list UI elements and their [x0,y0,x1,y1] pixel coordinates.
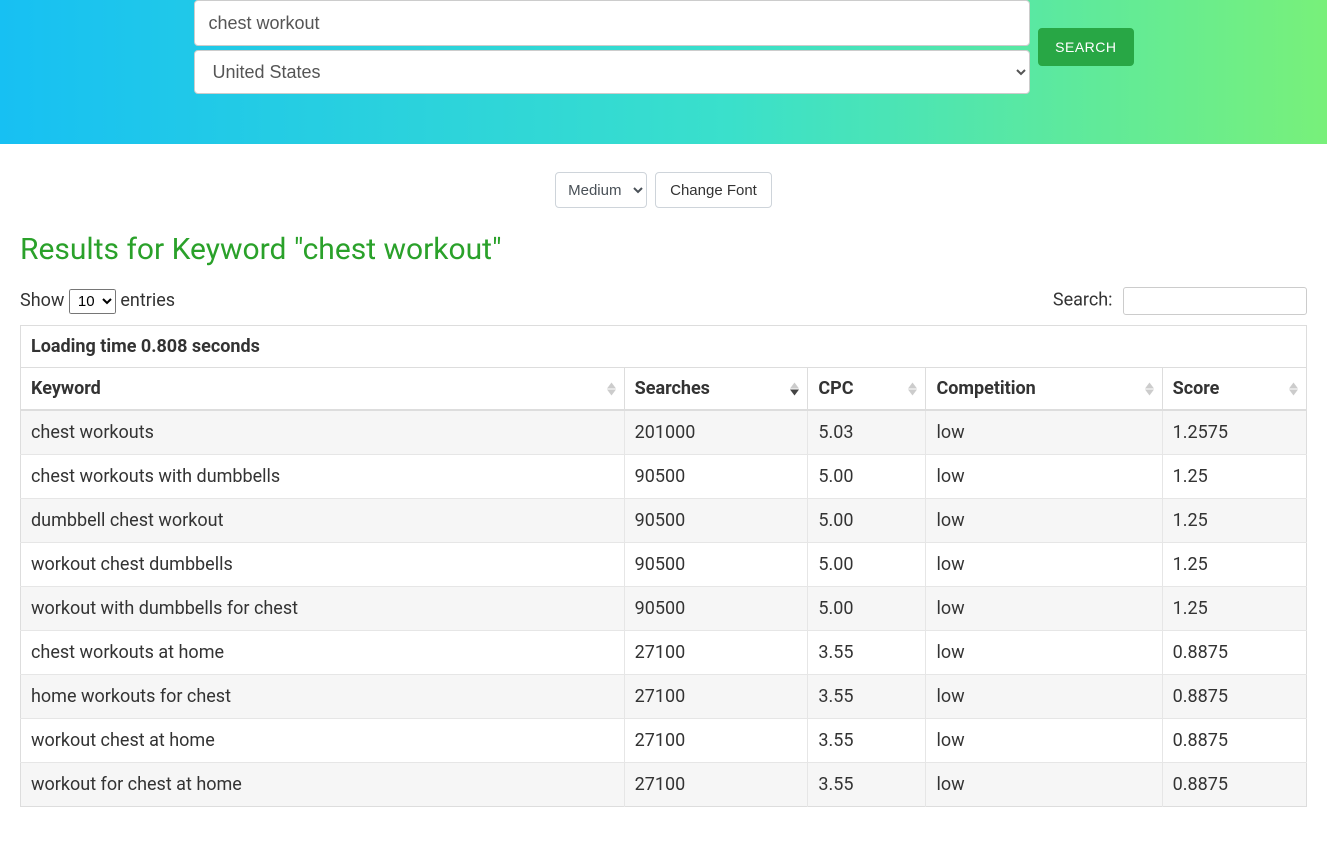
cell-score: 0.8875 [1162,675,1306,719]
cell-cpc: 3.55 [808,763,926,807]
cell-cpc: 5.00 [808,587,926,631]
cell-searches: 90500 [624,455,808,499]
column-header-label: CPC [818,378,853,399]
column-header-competition[interactable]: Competition [926,368,1162,411]
loading-time: Loading time 0.808 seconds [21,326,1307,368]
cell-keyword: home workouts for chest [21,675,625,719]
cell-keyword: chest workouts at home [21,631,625,675]
column-header-score[interactable]: Score [1162,368,1306,411]
cell-searches: 27100 [624,631,808,675]
column-header-keyword[interactable]: Keyword [21,368,625,411]
search-button[interactable]: SEARCH [1038,28,1133,66]
sort-icon [607,382,616,395]
sort-icon [1289,382,1298,395]
column-header-label: Score [1173,378,1220,399]
cell-competition: low [926,763,1162,807]
search-filter-label: Search: [1053,290,1113,311]
table-row: dumbbell chest workout905005.00low1.25 [21,499,1307,543]
column-header-label: Competition [936,378,1035,399]
cell-keyword: workout with dumbbells for chest [21,587,625,631]
column-header-cpc[interactable]: CPC [808,368,926,411]
table-row: workout for chest at home271003.55low0.8… [21,763,1307,807]
sort-icon [908,382,917,395]
font-tools: Medium Change Font [0,172,1327,208]
font-size-select[interactable]: Medium [555,172,647,208]
cell-score: 0.8875 [1162,763,1306,807]
cell-score: 1.25 [1162,543,1306,587]
column-header-label: Keyword [31,378,101,399]
cell-cpc: 5.00 [808,499,926,543]
cell-score: 0.8875 [1162,719,1306,763]
sort-icon [790,382,799,395]
cell-competition: low [926,499,1162,543]
cell-searches: 27100 [624,719,808,763]
change-font-button[interactable]: Change Font [655,172,772,208]
cell-cpc: 5.00 [808,455,926,499]
page-size-select[interactable]: 10 [69,289,116,314]
cell-searches: 90500 [624,499,808,543]
search-filter: Search: [1053,287,1307,315]
entries-label: entries [120,290,175,311]
cell-cpc: 3.55 [808,675,926,719]
search-hero: United States SEARCH [0,0,1327,144]
results-table: Loading time 0.808 seconds Keyword Searc… [20,325,1307,807]
cell-cpc: 5.00 [808,543,926,587]
column-header-label: Searches [635,378,710,399]
cell-cpc: 3.55 [808,631,926,675]
cell-searches: 27100 [624,763,808,807]
cell-searches: 201000 [624,410,808,455]
cell-competition: low [926,675,1162,719]
cell-score: 1.25 [1162,587,1306,631]
cell-competition: low [926,543,1162,587]
entries-control: Show 10 entries [20,289,175,314]
table-row: chest workouts at home271003.55low0.8875 [21,631,1307,675]
cell-searches: 27100 [624,675,808,719]
cell-keyword: workout chest dumbbells [21,543,625,587]
cell-keyword: dumbbell chest workout [21,499,625,543]
cell-score: 1.25 [1162,455,1306,499]
cell-score: 0.8875 [1162,631,1306,675]
cell-keyword: chest workouts with dumbbells [21,455,625,499]
show-label: Show [20,290,64,311]
cell-cpc: 5.03 [808,410,926,455]
table-row: home workouts for chest271003.55low0.887… [21,675,1307,719]
cell-competition: low [926,410,1162,455]
cell-keyword: workout for chest at home [21,763,625,807]
cell-score: 1.2575 [1162,410,1306,455]
results-title: Results for Keyword "chest workout" [20,232,1307,267]
cell-competition: low [926,455,1162,499]
cell-keyword: workout chest at home [21,719,625,763]
table-row: workout with dumbbells for chest905005.0… [21,587,1307,631]
cell-cpc: 3.55 [808,719,926,763]
sort-icon [1145,382,1154,395]
cell-keyword: chest workouts [21,410,625,455]
table-row: workout chest at home271003.55low0.8875 [21,719,1307,763]
table-row: workout chest dumbbells905005.00low1.25 [21,543,1307,587]
cell-competition: low [926,587,1162,631]
table-row: chest workouts2010005.03low1.2575 [21,410,1307,455]
table-row: chest workouts with dumbbells905005.00lo… [21,455,1307,499]
cell-searches: 90500 [624,587,808,631]
column-header-searches[interactable]: Searches [624,368,808,411]
keyword-input[interactable] [194,0,1031,46]
cell-competition: low [926,719,1162,763]
country-select[interactable]: United States [194,50,1031,94]
cell-score: 1.25 [1162,499,1306,543]
search-filter-input[interactable] [1123,287,1307,315]
cell-searches: 90500 [624,543,808,587]
cell-competition: low [926,631,1162,675]
